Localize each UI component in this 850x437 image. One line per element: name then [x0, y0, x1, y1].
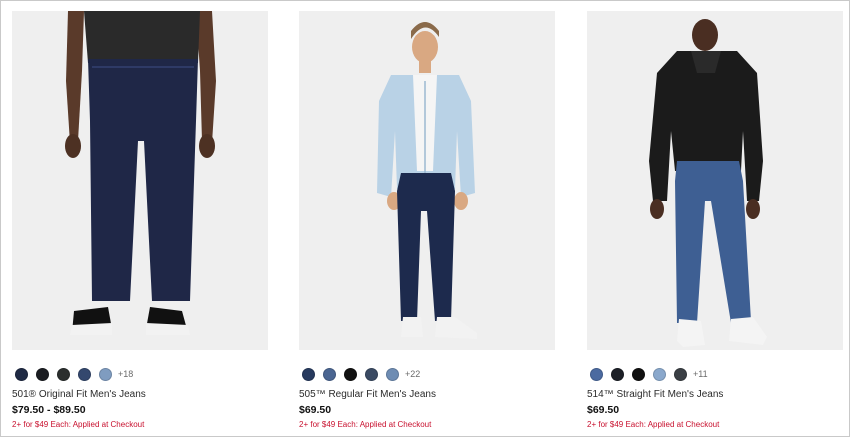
product-card[interactable]: +11 514™ Straight Fit Men's Jeans $69.50…	[587, 11, 843, 430]
color-swatch[interactable]	[323, 367, 336, 381]
model-photo	[65, 11, 216, 335]
color-swatch[interactable]	[386, 367, 399, 381]
color-swatch[interactable]	[78, 367, 91, 381]
color-swatch[interactable]	[632, 367, 645, 381]
more-colors-count[interactable]: +18	[118, 369, 133, 379]
color-swatch[interactable]	[674, 367, 687, 381]
color-swatch[interactable]	[344, 367, 357, 381]
product-card[interactable]: +22 505™ Regular Fit Men's Jeans $69.50 …	[299, 11, 555, 430]
product-price: $69.50	[587, 404, 620, 416]
color-swatches: +18	[12, 367, 268, 381]
product-name[interactable]: 505™ Regular Fit Men's Jeans	[299, 388, 555, 401]
color-swatches: +22	[299, 367, 555, 381]
color-swatch[interactable]	[590, 367, 603, 381]
product-grid: +18 501® Original Fit Men's Jeans $79.50…	[0, 0, 850, 437]
color-swatch[interactable]	[611, 367, 624, 381]
product-name[interactable]: 514™ Straight Fit Men's Jeans	[587, 388, 843, 401]
product-image-501[interactable]	[12, 11, 268, 350]
product-image-514[interactable]	[587, 11, 843, 350]
color-swatch[interactable]	[57, 367, 70, 381]
product-name[interactable]: 501® Original Fit Men's Jeans	[12, 388, 268, 401]
color-swatch[interactable]	[36, 367, 49, 381]
color-swatch[interactable]	[653, 367, 666, 381]
product-price: $79.50 - $89.50	[12, 404, 86, 416]
model-photo	[377, 22, 477, 339]
model-photo	[649, 19, 767, 347]
color-swatch[interactable]	[302, 367, 315, 381]
product-price: $69.50	[299, 404, 332, 416]
more-colors-count[interactable]: +22	[405, 369, 420, 379]
product-card[interactable]: +18 501® Original Fit Men's Jeans $79.50…	[12, 11, 268, 430]
color-swatches: +11	[587, 367, 843, 381]
more-colors-count[interactable]: +11	[693, 369, 708, 379]
color-swatch[interactable]	[15, 367, 28, 381]
product-image-505[interactable]	[299, 11, 555, 350]
color-swatch[interactable]	[99, 367, 112, 381]
promo-text: 2+ for $49 Each: Applied at Checkout	[587, 420, 720, 429]
promo-text: 2+ for $49 Each: Applied at Checkout	[299, 420, 432, 429]
promo-text: 2+ for $49 Each: Applied at Checkout	[12, 420, 145, 429]
color-swatch[interactable]	[365, 367, 378, 381]
